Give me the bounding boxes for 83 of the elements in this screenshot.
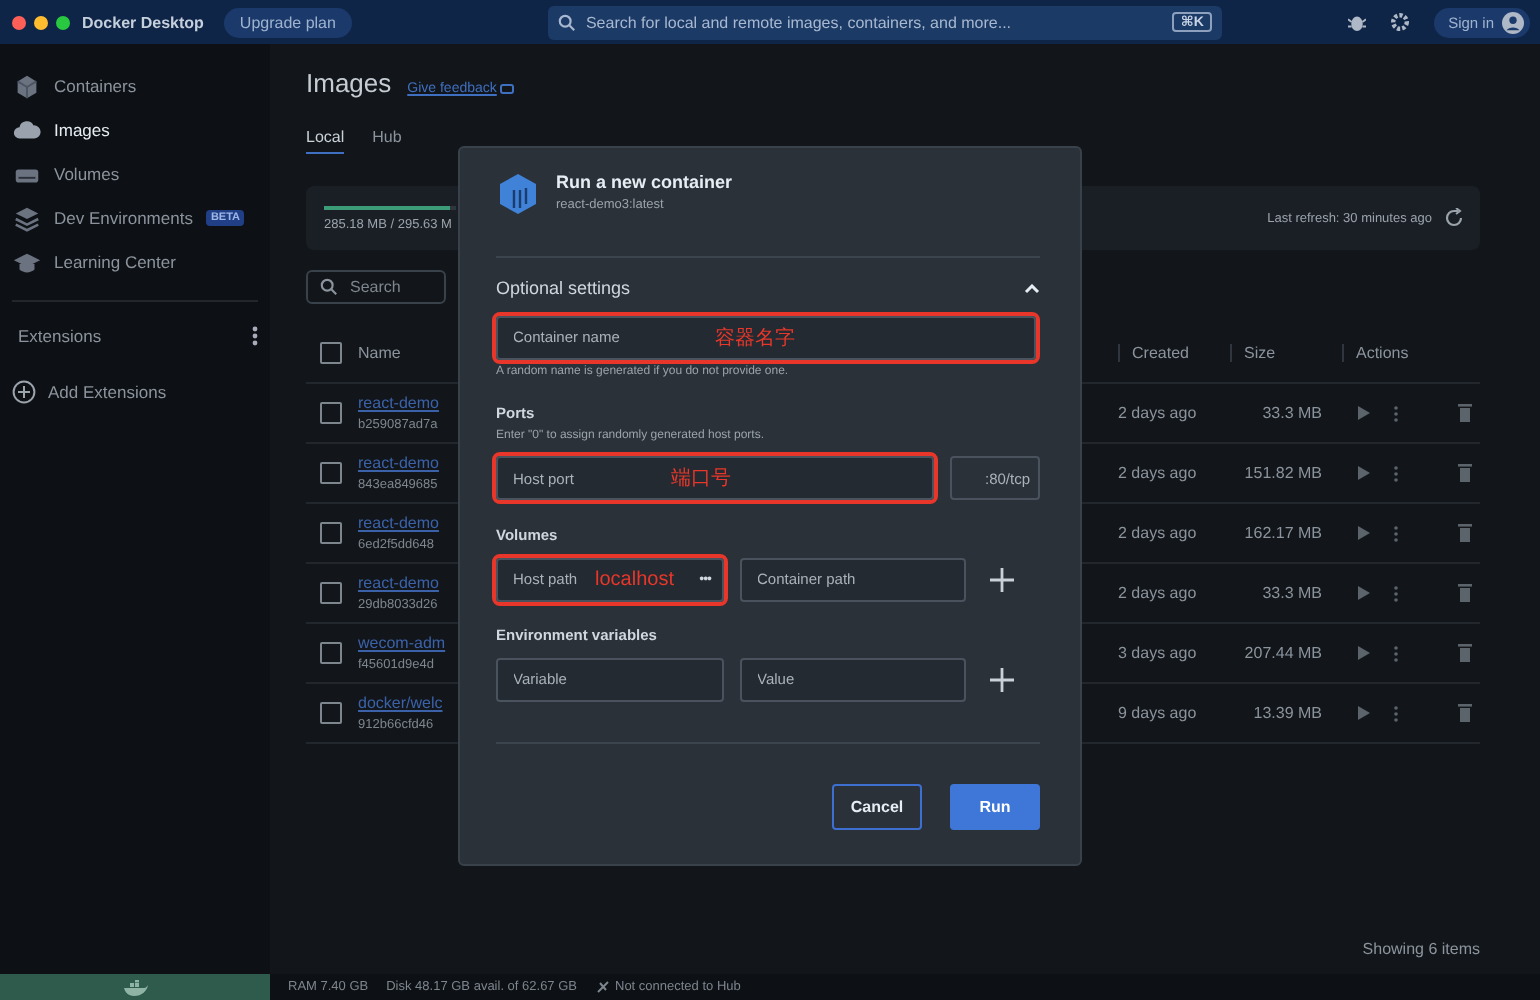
search-input[interactable]: Search	[350, 278, 430, 296]
table-cell-text: 3 days ago	[1118, 644, 1199, 662]
checkbox[interactable]	[320, 702, 342, 724]
tab[interactable]: Hub	[372, 128, 402, 154]
table-cell-text: 2 days ago	[1118, 464, 1199, 482]
annotation-label: 端口号	[671, 465, 731, 492]
table-cell-text: 151.82 MB	[1242, 464, 1324, 482]
table-cell-text: 2 days ago	[1118, 584, 1199, 602]
plus-circle-icon	[12, 380, 36, 404]
sidebar-item[interactable]: Containers	[12, 64, 258, 108]
upgrade-button[interactable]: Upgrade plan	[223, 7, 352, 37]
close-button[interactable]	[12, 15, 26, 29]
checkbox[interactable]	[320, 522, 342, 544]
whale-icon	[123, 979, 147, 995]
table-cell-text: 162.17 MB	[1242, 524, 1324, 542]
play-icon[interactable]	[1358, 586, 1370, 600]
table-cell-text: 33.3 MB	[1260, 404, 1324, 422]
search-field[interactable]: Search	[306, 270, 446, 304]
plus-icon[interactable]	[990, 667, 1014, 691]
trash-icon[interactable]	[1458, 704, 1472, 722]
image-name-link[interactable]: react-demo	[358, 514, 450, 532]
checkbox[interactable]	[320, 642, 342, 664]
column-header[interactable]: Size	[1230, 343, 1342, 361]
add-extensions-item[interactable]: Add Extensions	[12, 370, 258, 414]
image-name-link[interactable]: react-demo	[358, 394, 450, 412]
search-icon	[320, 278, 338, 296]
annotation-label: 容器名字	[715, 325, 795, 351]
play-icon[interactable]	[1358, 406, 1370, 420]
window-title: Docker Desktop	[82, 13, 204, 31]
column-header[interactable]: Actions	[1342, 343, 1480, 361]
tab[interactable]: Local	[306, 128, 345, 154]
kebab-icon[interactable]	[252, 326, 258, 346]
settings-icon[interactable]	[1390, 12, 1411, 32]
image-name-link[interactable]: docker/welc	[358, 694, 450, 712]
search-icon	[557, 13, 576, 31]
annotation-label: localhost	[595, 568, 674, 590]
checkbox[interactable]	[320, 341, 342, 363]
table-cell-text: 2 days ago	[1118, 404, 1199, 422]
trash-icon[interactable]	[1458, 584, 1472, 602]
item-count: Showing 6 items	[1362, 940, 1480, 958]
trash-icon[interactable]	[1458, 404, 1472, 422]
section-label: Extensions	[18, 326, 102, 346]
column-header[interactable]: Name	[358, 343, 450, 361]
dialog-title: Run a new container	[556, 172, 733, 192]
checkbox[interactable]	[320, 402, 342, 424]
image-name-link[interactable]: wecom-adm	[358, 634, 450, 652]
image-name-link[interactable]: react-demo	[358, 454, 450, 472]
disconnected-icon	[595, 980, 609, 994]
table-cell-text: 13.39 MB	[1251, 704, 1324, 722]
table-cell-text: 33.3 MB	[1260, 584, 1324, 602]
cube-icon	[496, 172, 540, 216]
run-button[interactable]: Run	[950, 784, 1040, 830]
search-input[interactable]: Search for local and remote images, containers, and more...	[585, 13, 1163, 31]
plus-icon[interactable]	[990, 567, 1014, 591]
table-cell-text: 9 days ago	[1118, 704, 1199, 722]
image-name-link[interactable]: react-demo	[358, 574, 450, 592]
cloud-icon	[12, 115, 42, 145]
trash-icon[interactable]	[1458, 464, 1472, 482]
cancel-button[interactable]: Cancel	[832, 784, 922, 830]
play-icon[interactable]	[1358, 466, 1370, 480]
stack-icon	[12, 203, 42, 233]
page-title: Images	[306, 68, 392, 98]
maximize-button[interactable]	[56, 15, 70, 29]
minimize-button[interactable]	[34, 15, 48, 29]
sidebar-item[interactable]: Images	[12, 108, 258, 152]
checkbox[interactable]	[320, 582, 342, 604]
trash-icon[interactable]	[1458, 644, 1472, 662]
section-title: Optional settings	[496, 278, 631, 298]
play-icon[interactable]	[1358, 646, 1370, 660]
play-icon[interactable]	[1358, 526, 1370, 540]
column-header[interactable]: Created	[1118, 343, 1230, 361]
cube-icon	[12, 71, 42, 101]
trash-icon[interactable]	[1458, 524, 1472, 542]
table-cell-text: 207.44 MB	[1242, 644, 1324, 662]
checkbox[interactable]	[320, 462, 342, 484]
sidebar-item[interactable]: Volumes	[12, 152, 258, 196]
user-icon	[1502, 11, 1524, 33]
bug-icon[interactable]	[1348, 12, 1367, 32]
chevron-up-icon[interactable]	[1024, 283, 1040, 293]
play-icon[interactable]	[1358, 706, 1370, 720]
sidebar-item[interactable]: Learning Center	[12, 240, 258, 284]
table-cell-text: 2 days ago	[1118, 524, 1199, 542]
refresh-icon[interactable]	[1444, 208, 1464, 228]
